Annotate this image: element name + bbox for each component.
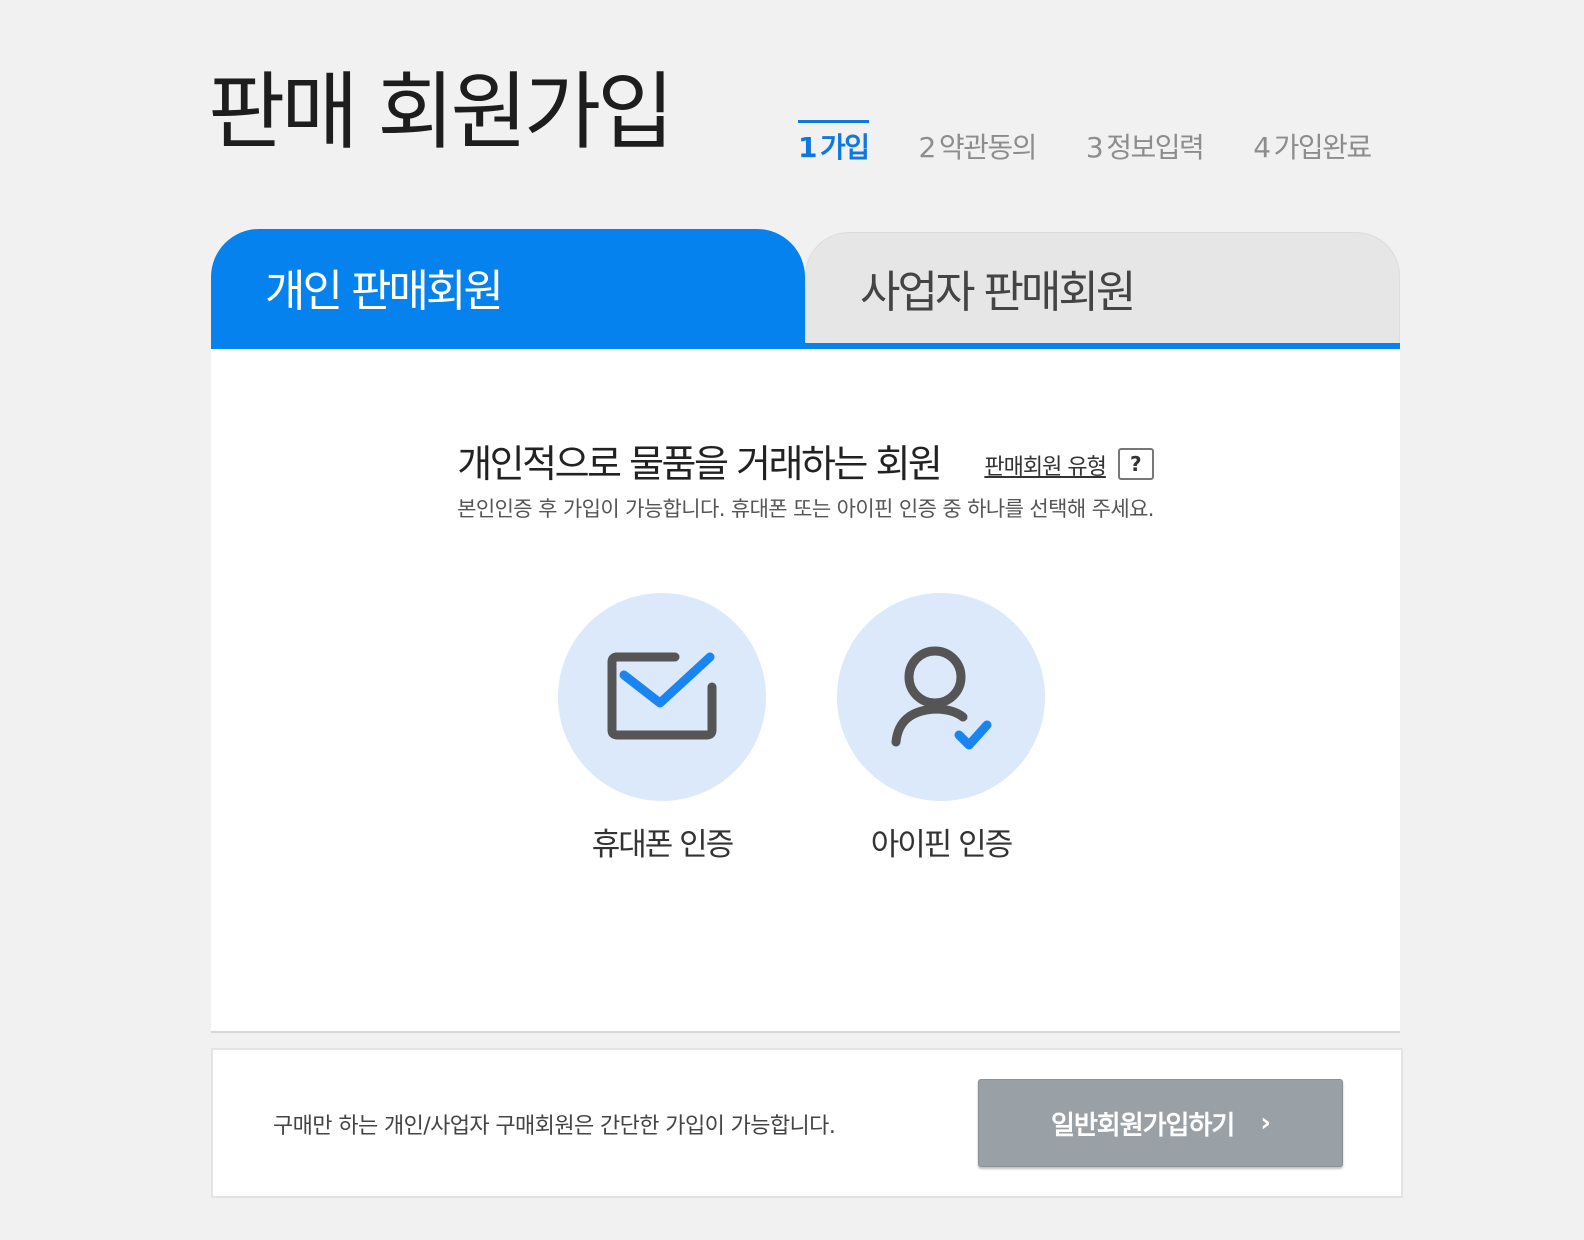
step-1: 1 가입	[798, 118, 870, 166]
phone-auth-circle[interactable]	[558, 593, 766, 801]
panel-subtext: 본인인증 후 가입이 가능합니다. 휴대폰 또는 아이핀 인증 중 하나를 선택…	[457, 497, 1154, 521]
general-signup-box: 구매만 하는 개인/사업자 구매회원은 간단한 가입이 가능합니다. 일반회원가…	[211, 1048, 1403, 1198]
signup-steps: 1 가입 2 약관동의 3 정보입력 4 가입완료	[798, 118, 1421, 166]
step-number: 4	[1253, 131, 1271, 164]
member-type-tabs: 개인 판매회원 사업자 판매회원	[211, 229, 1400, 349]
general-signup-button[interactable]: 일반회원가입하기 ›	[978, 1079, 1343, 1167]
ipin-auth-circle[interactable]	[837, 593, 1045, 801]
step-4: 4 가입완료	[1253, 118, 1373, 166]
personal-seller-panel: 개인적으로 물품을 거래하는 회원 판매회원 유형 ? 본인인증 후 가입이 가…	[211, 349, 1400, 1033]
tab-personal-seller[interactable]: 개인 판매회원	[211, 229, 805, 345]
step-2: 2 약관동의	[918, 118, 1038, 166]
step-label: 가입완료	[1273, 131, 1373, 164]
phone-auth-option[interactable]: 휴대폰 인증	[558, 593, 766, 864]
panel-headline: 개인적으로 물품을 거래하는 회원	[457, 442, 943, 486]
step-number: 2	[918, 131, 937, 164]
step-number: 3	[1085, 131, 1104, 164]
chevron-right-icon: ›	[1260, 1108, 1271, 1138]
seller-type-link[interactable]: 판매회원 유형	[984, 441, 1106, 481]
step-number: 1	[798, 131, 817, 164]
step-label: 가입	[819, 131, 870, 164]
general-signup-button-label: 일반회원가입하기	[1050, 1110, 1235, 1141]
user-check-icon	[891, 646, 992, 750]
panel-headline-row: 개인적으로 물품을 거래하는 회원 판매회원 유형 ?	[211, 433, 1400, 488]
tab-business-seller[interactable]: 사업자 판매회원	[805, 232, 1400, 345]
help-button[interactable]: ?	[1117, 447, 1154, 480]
phone-auth-label: 휴대폰 인증	[591, 827, 734, 863]
ipin-auth-label: 아이핀 인증	[870, 827, 1013, 863]
general-signup-text: 구매만 하는 개인/사업자 구매회원은 간단한 가입이 가능합니다.	[273, 1114, 836, 1139]
ipin-auth-option[interactable]: 아이핀 인증	[837, 593, 1045, 864]
step-3: 3 정보입력	[1085, 118, 1205, 166]
step-label: 정보입력	[1106, 131, 1205, 164]
envelope-check-icon	[607, 652, 717, 740]
step-label: 약관동의	[938, 131, 1038, 164]
page-title: 판매 회원가입	[208, 63, 674, 161]
